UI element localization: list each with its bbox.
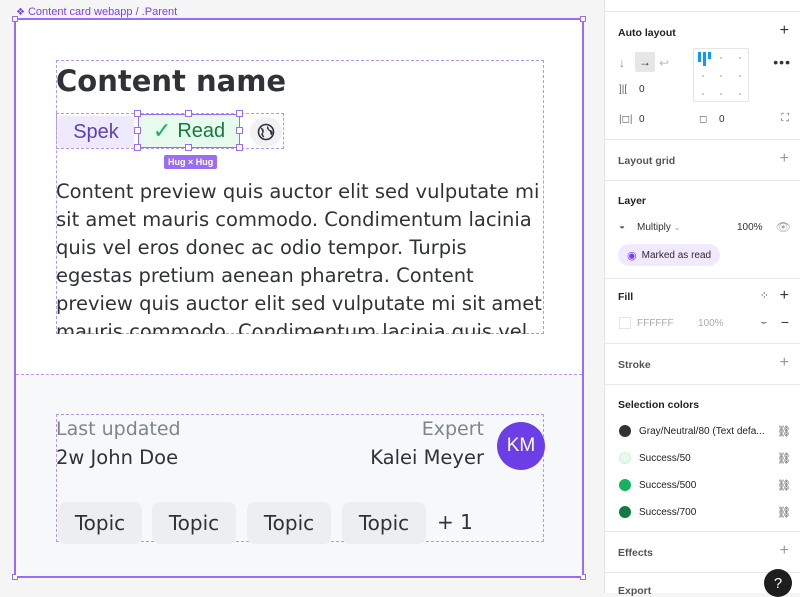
add-stroke-icon[interactable]: + <box>780 354 789 372</box>
frame-breadcrumb-text: Content card webapp / .Parent <box>27 6 178 18</box>
alignment-indicator-icon <box>698 52 711 66</box>
fill-swatch[interactable] <box>619 317 631 329</box>
add-auto-layout-icon[interactable]: + <box>780 22 789 40</box>
selection-handle[interactable] <box>134 110 141 117</box>
selection-handle[interactable] <box>236 110 243 117</box>
footer-divider <box>16 374 582 375</box>
globe-icon <box>257 123 275 141</box>
spek-chip[interactable]: Spek <box>58 116 134 148</box>
more-topics-count[interactable]: + 1 <box>437 510 473 534</box>
blend-mode-icon: ◒ <box>619 221 626 232</box>
selection-handle[interactable] <box>185 110 192 117</box>
topic-tag[interactable]: Topic <box>152 502 236 544</box>
fill-opacity[interactable]: 100% <box>698 318 724 329</box>
effects-section: Effects + <box>605 532 800 573</box>
selection-handle[interactable] <box>185 144 192 151</box>
horizontal-padding-icon: |◻| <box>619 114 633 125</box>
last-updated-label: Last updated <box>56 418 181 440</box>
properties-panel: Auto layout + ↓ → ↩ ]|[ 0 |◻| 0 ◻ 0 ⛶ ••… <box>604 0 800 597</box>
fill-hex[interactable]: FFFFFF <box>637 318 674 329</box>
color-swatch[interactable] <box>619 479 631 491</box>
direction-wrap-icon[interactable]: ↩ <box>659 56 669 70</box>
frame-corner-handle[interactable] <box>12 16 18 22</box>
detach-link-icon[interactable]: ⛓ <box>777 479 791 492</box>
more-options-icon[interactable]: ••• <box>773 54 791 70</box>
selection-handle[interactable] <box>134 144 141 151</box>
avatar[interactable]: KM <box>497 422 545 470</box>
expert-name: Kalei Meyer <box>370 446 484 469</box>
content-preview-text[interactable]: Content preview quis auctor elit sed vul… <box>56 178 544 334</box>
color-swatch[interactable] <box>619 425 631 437</box>
color-name[interactable]: Gray/Neutral/80 (Text defa... <box>639 426 765 437</box>
add-fill-icon[interactable]: + <box>780 287 789 305</box>
stroke-section: Stroke + <box>605 344 800 385</box>
vertical-padding-icon: ◻ <box>699 114 708 125</box>
layout-grid-section: Layout grid + <box>605 140 800 181</box>
detach-link-icon[interactable]: ⛓ <box>777 506 791 519</box>
alignment-grid[interactable] <box>693 48 749 102</box>
add-effect-icon[interactable]: + <box>780 542 789 560</box>
individual-padding-icon[interactable]: ⛶ <box>781 112 789 125</box>
stroke-title: Stroke <box>618 359 651 371</box>
hug-size-badge: Hug × Hug <box>164 155 218 169</box>
color-name[interactable]: Success/500 <box>639 480 696 491</box>
panel-top-strip <box>605 0 800 12</box>
color-name[interactable]: Success/700 <box>639 507 696 518</box>
content-title[interactable]: Content name <box>56 64 286 98</box>
visibility-eye-icon[interactable]: 👁 <box>776 220 791 234</box>
style-grid-icon[interactable]: ⁘ <box>760 289 769 302</box>
export-title: Export <box>618 585 652 597</box>
auto-layout-title: Auto layout <box>618 27 676 39</box>
read-chip[interactable]: ✓ Read <box>138 114 240 148</box>
layer-opacity[interactable]: 100% <box>737 222 763 233</box>
color-swatch[interactable] <box>619 452 631 464</box>
vertical-padding-value[interactable]: 0 <box>719 114 725 125</box>
last-updated-value: 2w John Doe <box>56 446 179 469</box>
detach-link-icon[interactable]: ⛓ <box>777 452 791 465</box>
layer-title: Layer <box>618 195 647 207</box>
chevron-down-icon: ⌄ <box>673 223 681 232</box>
topic-tag[interactable]: Topic <box>247 502 331 544</box>
read-chip-label: Read <box>177 119 226 142</box>
selection-colors-title: Selection colors <box>618 399 700 411</box>
content-card-frame[interactable]: Content name Spek ✓ Read Hug × Hug Conte… <box>12 16 586 580</box>
spacing-icon: ]|[ <box>619 84 628 95</box>
blend-mode-select[interactable]: Multiply ⌄ <box>637 222 680 233</box>
marked-as-read-label: Marked as read <box>641 249 712 261</box>
topic-tag[interactable]: Topic <box>342 502 426 544</box>
globe-chip[interactable] <box>250 117 282 147</box>
fill-title: Fill <box>618 291 634 303</box>
design-canvas[interactable]: ❖ Content card webapp / .Parent Content … <box>0 0 604 593</box>
detach-link-icon[interactable]: ⛓ <box>777 425 791 438</box>
selection-handle[interactable] <box>134 127 141 134</box>
layout-grid-title: Layout grid <box>618 155 676 167</box>
auto-layout-section: Auto layout + ↓ → ↩ ]|[ 0 |◻| 0 ◻ 0 ⛶ ••… <box>605 12 800 140</box>
eye-icon: ◉ <box>627 249 637 262</box>
hidden-eye-icon[interactable]: ⌣ <box>760 317 767 328</box>
add-layout-grid-icon[interactable]: + <box>780 150 789 168</box>
frame-breadcrumb[interactable]: ❖ Content card webapp / .Parent <box>16 6 177 18</box>
check-icon: ✓ <box>152 118 172 143</box>
marked-as-read-badge[interactable]: ◉ Marked as read <box>618 244 721 266</box>
direction-right-icon[interactable]: → <box>635 52 655 72</box>
fill-section: Fill ⁘ + FFFFFF 100% ⌣ − <box>605 279 800 344</box>
spacing-value[interactable]: 0 <box>639 84 645 95</box>
effects-title: Effects <box>618 547 654 559</box>
selection-colors-section: Selection colors Gray/Neutral/80 (Text d… <box>605 385 800 532</box>
horizontal-padding-value[interactable]: 0 <box>639 114 645 125</box>
color-swatch[interactable] <box>619 506 631 518</box>
color-name[interactable]: Success/50 <box>639 453 691 464</box>
blend-mode-value: Multiply <box>637 222 671 233</box>
remove-fill-icon[interactable]: − <box>781 314 789 330</box>
selection-handle[interactable] <box>236 144 243 151</box>
selection-handle[interactable] <box>236 127 243 134</box>
topic-tag[interactable]: Topic <box>58 502 142 544</box>
expert-label: Expert <box>421 418 484 440</box>
frame-corner-handle[interactable] <box>580 16 586 22</box>
direction-down-icon[interactable]: ↓ <box>619 56 625 70</box>
